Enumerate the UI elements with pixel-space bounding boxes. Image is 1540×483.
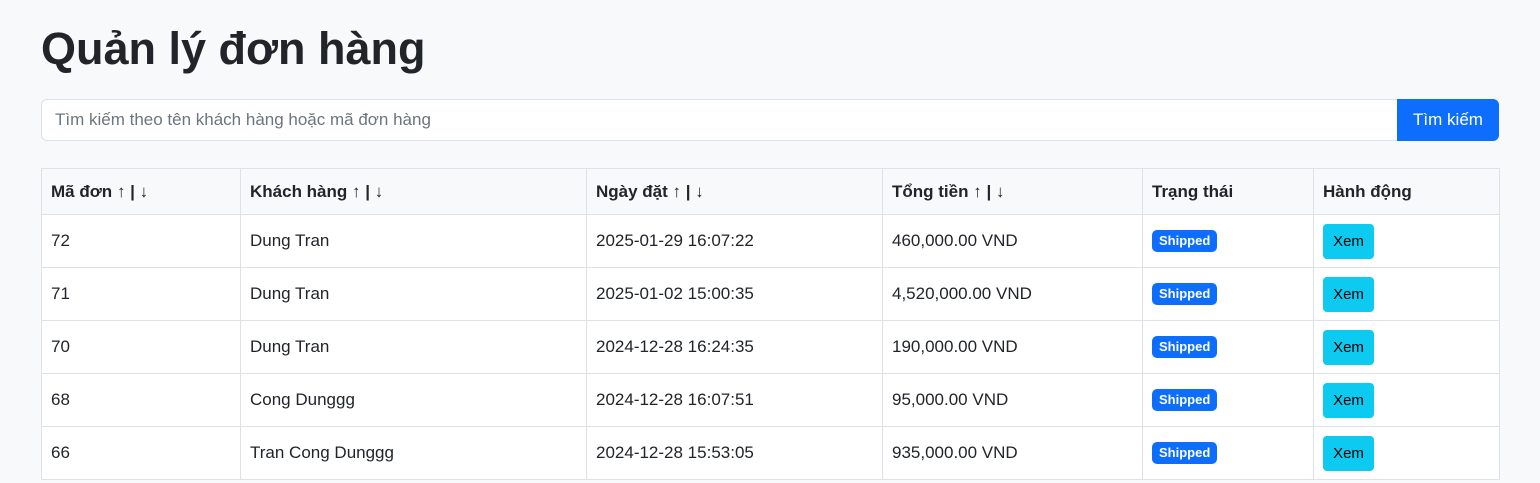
cell-total: 4,520,000.00 VND <box>882 267 1143 321</box>
cell-customer: Dung Tran <box>240 267 587 321</box>
status-badge: Shipped <box>1152 442 1218 464</box>
sort-desc-total-icon[interactable]: ↓ <box>996 182 1005 201</box>
table-row: 72 Dung Tran 2025-01-29 16:07:22 460,000… <box>41 214 1500 268</box>
status-badge: Shipped <box>1152 230 1218 252</box>
table-row: 68 Cong Dunggg 2024-12-28 16:07:51 95,00… <box>41 373 1500 427</box>
cell-customer: Dung Tran <box>240 320 587 374</box>
sort-desc-order-date-icon[interactable]: ↓ <box>695 182 704 201</box>
table-row: 71 Dung Tran 2025-01-02 15:00:35 4,520,0… <box>41 267 1500 321</box>
cell-order-id: 66 <box>41 426 241 480</box>
header-order-date-label: Ngày đặt <box>596 181 668 201</box>
sort-asc-total-icon[interactable]: ↑ <box>973 182 982 201</box>
cell-status: Shipped <box>1142 267 1314 321</box>
header-customer-label: Khách hàng <box>250 181 348 201</box>
view-order-button[interactable]: Xem <box>1323 435 1374 471</box>
cell-order-date: 2025-01-02 15:00:35 <box>586 267 883 321</box>
status-badge: Shipped <box>1152 336 1218 358</box>
page-title: Quản lý đơn hàng <box>41 23 426 74</box>
table-row: 66 Tran Cong Dunggg 2024-12-28 15:53:05 … <box>41 426 1500 480</box>
sort-desc-order-id-icon[interactable]: ↓ <box>140 182 149 201</box>
cell-status: Shipped <box>1142 426 1314 480</box>
sort-asc-order-date-icon[interactable]: ↑ <box>673 182 682 201</box>
sort-separator: | <box>685 181 691 201</box>
cell-order-date: 2024-12-28 16:24:35 <box>586 320 883 374</box>
orders-table: Mã đơn ↑ | ↓ Khách hàng ↑ | ↓ Ngày đặt ↑ <box>41 168 1500 480</box>
cell-total: 190,000.00 VND <box>882 320 1143 374</box>
sort-desc-customer-icon[interactable]: ↓ <box>375 182 384 201</box>
cell-order-id: 68 <box>41 373 241 427</box>
cell-total: 460,000.00 VND <box>882 214 1143 268</box>
header-order-date: Ngày đặt ↑ | ↓ <box>586 168 883 215</box>
cell-status: Shipped <box>1142 373 1314 427</box>
view-order-button[interactable]: Xem <box>1323 276 1374 312</box>
cell-total: 935,000.00 VND <box>882 426 1143 480</box>
header-order-id-label: Mã đơn <box>51 181 113 201</box>
view-order-button[interactable]: Xem <box>1323 329 1374 365</box>
cell-order-date: 2025-01-29 16:07:22 <box>586 214 883 268</box>
header-total: Tổng tiền ↑ | ↓ <box>882 168 1143 215</box>
search-bar: Tìm kiếm <box>41 99 1499 141</box>
cell-action: Xem <box>1313 267 1500 321</box>
header-order-id: Mã đơn ↑ | ↓ <box>41 168 241 215</box>
cell-status: Shipped <box>1142 320 1314 374</box>
table-header-row: Mã đơn ↑ | ↓ Khách hàng ↑ | ↓ Ngày đặt ↑ <box>41 168 1500 215</box>
cell-customer: Tran Cong Dunggg <box>240 426 587 480</box>
cell-customer: Dung Tran <box>240 214 587 268</box>
status-badge: Shipped <box>1152 389 1218 411</box>
sort-separator: | <box>986 181 992 201</box>
cell-total: 95,000.00 VND <box>882 373 1143 427</box>
sort-asc-order-id-icon[interactable]: ↑ <box>117 182 126 201</box>
search-input[interactable] <box>41 99 1397 141</box>
cell-order-id: 72 <box>41 214 241 268</box>
orders-table-container: Mã đơn ↑ | ↓ Khách hàng ↑ | ↓ Ngày đặt ↑ <box>41 168 1500 480</box>
cell-order-id: 71 <box>41 267 241 321</box>
search-button[interactable]: Tìm kiếm <box>1397 99 1499 141</box>
cell-action: Xem <box>1313 320 1500 374</box>
header-action: Hành động <box>1313 168 1500 215</box>
header-customer: Khách hàng ↑ | ↓ <box>240 168 587 215</box>
cell-action: Xem <box>1313 426 1500 480</box>
view-order-button[interactable]: Xem <box>1323 382 1374 418</box>
table-row: 70 Dung Tran 2024-12-28 16:24:35 190,000… <box>41 320 1500 374</box>
cell-order-date: 2024-12-28 15:53:05 <box>586 426 883 480</box>
cell-order-id: 70 <box>41 320 241 374</box>
header-status: Trạng thái <box>1142 168 1314 215</box>
cell-action: Xem <box>1313 373 1500 427</box>
cell-customer: Cong Dunggg <box>240 373 587 427</box>
cell-order-date: 2024-12-28 16:07:51 <box>586 373 883 427</box>
orders-page: Quản lý đơn hàng Tìm kiếm Mã đơn ↑ | <box>0 0 1540 483</box>
cell-status: Shipped <box>1142 214 1314 268</box>
view-order-button[interactable]: Xem <box>1323 223 1374 259</box>
sort-asc-customer-icon[interactable]: ↑ <box>352 182 361 201</box>
header-total-label: Tổng tiền <box>892 181 969 201</box>
sort-separator: | <box>365 181 371 201</box>
sort-separator: | <box>130 181 135 201</box>
status-badge: Shipped <box>1152 283 1218 305</box>
cell-action: Xem <box>1313 214 1500 268</box>
